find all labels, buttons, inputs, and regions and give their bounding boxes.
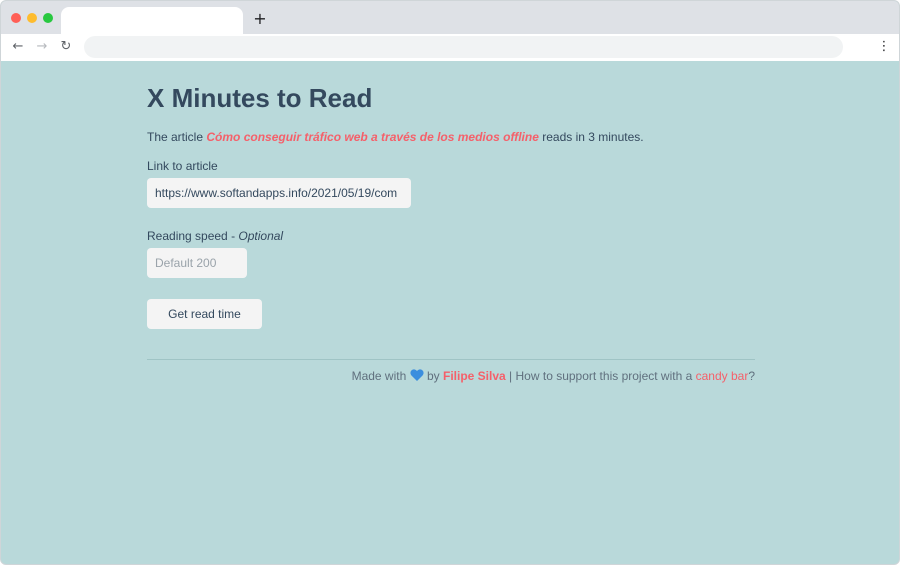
- address-bar[interactable]: [84, 36, 843, 58]
- tab-bar: +: [1, 1, 899, 34]
- support-text: How to support this project with a: [515, 369, 693, 383]
- get-read-time-button[interactable]: Get read time: [147, 299, 262, 329]
- footer-by: by: [426, 369, 440, 383]
- maximize-window-button[interactable]: [43, 13, 53, 23]
- reload-icon[interactable]: ↻: [58, 38, 74, 56]
- page-title: X Minutes to Read: [147, 83, 373, 113]
- reading-speed-label-text: Reading speed -: [147, 229, 239, 243]
- active-tab[interactable]: [61, 7, 243, 34]
- footer-question-mark: ?: [748, 369, 755, 383]
- optional-label: Optional: [238, 229, 284, 243]
- reading-speed-label: Reading speed - Optional: [147, 228, 283, 244]
- back-arrow-icon[interactable]: ←: [10, 38, 26, 56]
- browser-menu-icon[interactable]: ⋮: [877, 38, 891, 56]
- candy-bar-link[interactable]: candy bar: [696, 369, 749, 383]
- browser-window: + ← → ↻ ⋮ X Minutes to Read The article …: [0, 0, 900, 565]
- result-prefix: The article: [147, 130, 207, 144]
- result-text: The article Cómo conseguir tráfico web a…: [147, 129, 644, 145]
- blue-heart-icon: [410, 369, 424, 381]
- new-tab-button[interactable]: +: [252, 9, 268, 29]
- article-title-link[interactable]: Cómo conseguir tráfico web a través de l…: [206, 130, 539, 144]
- footer-separator: |: [509, 369, 513, 383]
- forward-arrow-icon[interactable]: →: [34, 38, 50, 56]
- divider: [147, 359, 755, 360]
- result-suffix: reads in 3 minutes.: [538, 130, 644, 144]
- footer-made-with: Made with: [351, 369, 407, 383]
- article-link-input[interactable]: [147, 178, 411, 208]
- reading-speed-input[interactable]: [147, 248, 247, 278]
- author-link[interactable]: Filipe Silva: [443, 369, 506, 383]
- link-label: Link to article: [147, 159, 218, 173]
- close-window-button[interactable]: [11, 13, 21, 23]
- minimize-window-button[interactable]: [27, 13, 37, 23]
- footer: Made with by Filipe Silva | How to suppo…: [352, 368, 755, 384]
- browser-toolbar: ← → ↻ ⋮: [1, 34, 899, 61]
